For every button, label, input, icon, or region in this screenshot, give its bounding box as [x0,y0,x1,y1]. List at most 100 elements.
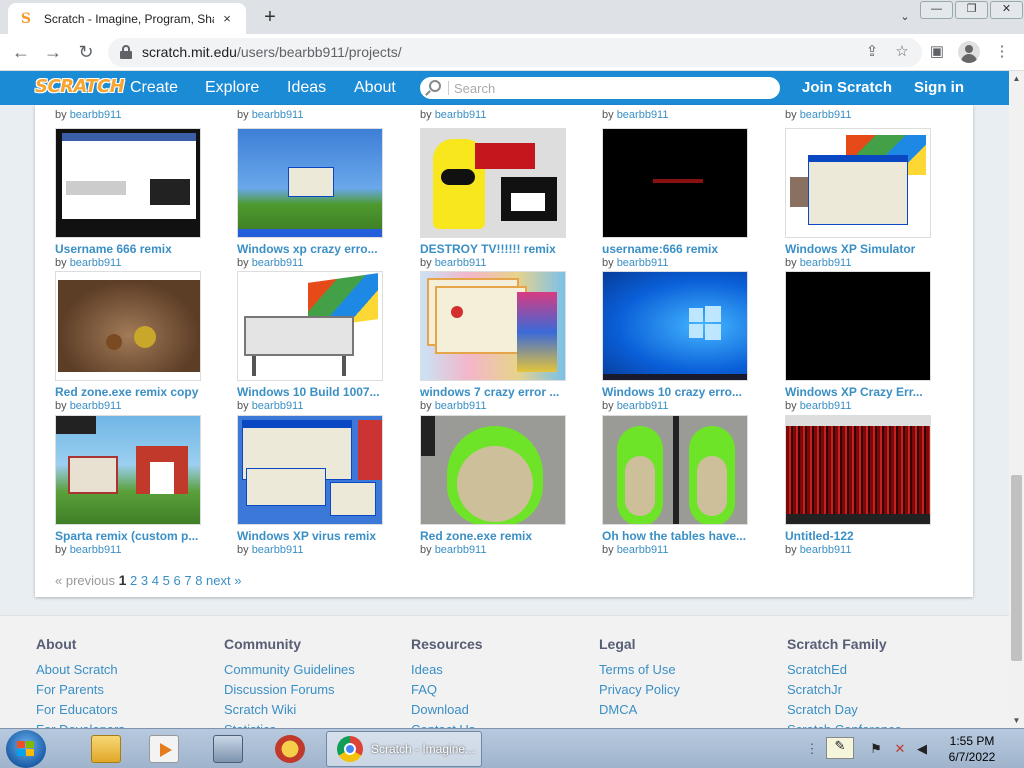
nav-explore[interactable]: Explore [205,71,259,105]
browser-menu-icon[interactable]: ⋮ [991,41,1013,63]
media-player-taskbar-icon[interactable] [136,732,192,766]
username-link[interactable]: bearbb911 [70,257,122,269]
username-link[interactable]: bearbb911 [252,400,304,412]
username-link[interactable]: bearbb911 [252,257,304,269]
page-link[interactable]: 8 [195,573,202,588]
footer-link[interactable]: DMCA [599,700,779,720]
browser-tab[interactable]: S Scratch - Imagine, Program, Share × [8,3,246,34]
project-thumbnail[interactable] [420,415,566,525]
minimize-button[interactable]: — [920,1,953,19]
username-link[interactable]: bearbb911 [435,257,487,269]
page-scrollbar[interactable]: ▲ ▼ [1009,71,1024,728]
footer-link[interactable]: ScratchEd [787,660,967,680]
footer-link[interactable]: Discussion Forums [224,680,404,700]
username-link[interactable]: bearbb911 [70,400,122,412]
start-button[interactable] [6,730,46,768]
username-link[interactable]: bearbb911 [435,400,487,412]
project-thumbnail[interactable] [55,415,201,525]
back-icon[interactable]: ← [9,40,33,64]
project-thumbnail[interactable] [785,415,931,525]
page-link[interactable]: 7 [184,573,191,588]
forward-icon[interactable]: → [41,40,65,64]
url-text[interactable]: scratch.mit.edu/users/bearbb911/projects… [142,44,402,60]
project-thumbnail[interactable] [237,128,383,238]
project-title[interactable]: Windows XP virus remix [237,529,407,543]
side-panel-icon[interactable]: ▣ [926,41,948,63]
volume-icon[interactable]: ◀ [914,741,930,757]
footer-link[interactable]: Contact Us [411,720,591,728]
project-title[interactable]: Username 666 remix [55,242,225,256]
project-title[interactable]: DESTROY TV!!!!!! remix [420,242,590,256]
footer-link[interactable]: Scratch Day [787,700,967,720]
project-thumbnail[interactable] [237,271,383,381]
scratch-logo[interactable]: SCRATCH [35,76,125,100]
username-link[interactable]: bearbb911 [435,109,487,121]
tab-close-icon[interactable]: × [218,11,236,26]
project-title[interactable]: Windows 10 crazy erro... [602,385,772,399]
scroll-down-arrow-icon[interactable]: ▼ [1009,713,1024,728]
page-link[interactable]: 2 [130,573,137,588]
project-title[interactable]: Windows XP Crazy Err... [785,385,955,399]
project-title[interactable]: Untitled-122 [785,529,955,543]
project-thumbnail[interactable] [420,271,566,381]
project-thumbnail[interactable] [602,415,748,525]
security-taskbar-icon[interactable] [262,732,318,766]
lock-icon[interactable] [120,45,132,59]
username-link[interactable]: bearbb911 [800,400,852,412]
new-tab-button[interactable]: + [258,5,282,29]
profile-avatar-icon[interactable] [958,41,980,63]
footer-link[interactable]: About Scratch [36,660,216,680]
scroll-up-arrow-icon[interactable]: ▲ [1009,71,1024,86]
project-title[interactable]: Oh how the tables have... [602,529,772,543]
nav-about[interactable]: About [354,71,396,105]
tablet-input-icon[interactable]: ✎ [826,737,854,759]
nav-create[interactable]: Create [130,71,178,105]
project-thumbnail[interactable] [785,128,931,238]
footer-link[interactable]: For Educators [36,700,216,720]
project-thumbnail[interactable] [420,128,566,238]
footer-link[interactable]: Community Guidelines [224,660,404,680]
network-icon[interactable]: ✕ [892,741,908,757]
action-center-icon[interactable]: ⚑ [868,741,884,757]
project-title[interactable]: Red zone.exe remix copy [55,385,225,399]
footer-link[interactable]: For Parents [36,680,216,700]
project-thumbnail[interactable] [602,128,748,238]
username-link[interactable]: bearbb911 [70,109,122,121]
nav-ideas[interactable]: Ideas [287,71,326,105]
bookmark-star-icon[interactable]: ☆ [892,42,912,62]
address-bar[interactable]: scratch.mit.edu/users/bearbb911/projects… [108,38,922,67]
tab-search-icon[interactable]: ⌄ [896,8,914,26]
project-title[interactable]: Windows xp crazy erro... [237,242,407,256]
username-link[interactable]: bearbb911 [435,544,487,556]
username-link[interactable]: bearbb911 [617,257,669,269]
project-title[interactable]: windows 7 crazy error ... [420,385,590,399]
username-link[interactable]: bearbb911 [800,544,852,556]
project-title[interactable]: username:666 remix [602,242,772,256]
restore-button[interactable]: ❐ [955,1,988,19]
footer-link[interactable]: Download [411,700,591,720]
reload-icon[interactable]: ↻ [74,40,98,64]
page-link[interactable]: 6 [173,573,180,588]
chrome-taskbar-button[interactable]: Scratch - Imagine... [326,731,482,767]
username-link[interactable]: bearbb911 [70,544,122,556]
sign-in-button[interactable]: Sign in [914,71,964,105]
project-thumbnail[interactable] [237,415,383,525]
project-title[interactable]: Sparta remix (custom p... [55,529,225,543]
system-clock[interactable]: 1:55 PM 6/7/2022 [932,733,1012,765]
username-link[interactable]: bearbb911 [252,109,304,121]
footer-link[interactable]: Scratch Conference [787,720,967,728]
footer-link[interactable]: Statistics [224,720,404,728]
footer-link[interactable]: Privacy Policy [599,680,779,700]
on-screen-keyboard-taskbar-icon[interactable] [200,732,256,766]
username-link[interactable]: bearbb911 [800,257,852,269]
search-input[interactable] [454,79,764,97]
project-thumbnail[interactable] [602,271,748,381]
username-link[interactable]: bearbb911 [617,109,669,121]
username-link[interactable]: bearbb911 [617,400,669,412]
page-link[interactable]: 5 [163,573,170,588]
username-link[interactable]: bearbb911 [800,109,852,121]
footer-link[interactable]: Terms of Use [599,660,779,680]
join-scratch-button[interactable]: Join Scratch [802,71,892,105]
close-window-button[interactable]: ✕ [990,1,1023,19]
footer-link[interactable]: Ideas [411,660,591,680]
